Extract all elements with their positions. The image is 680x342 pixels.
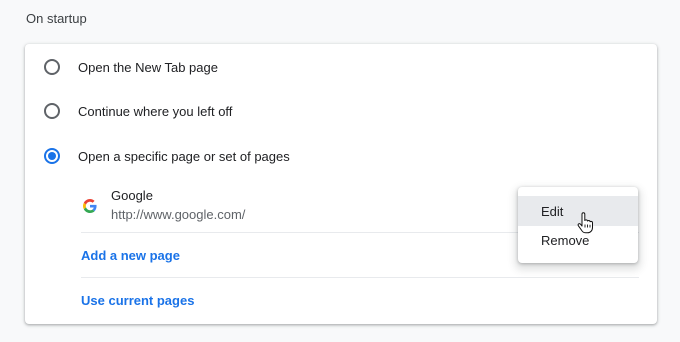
startup-settings-card: Open the New Tab page Continue where you…	[25, 44, 657, 324]
option-new-tab-label: Open the New Tab page	[78, 59, 218, 75]
add-new-page-link[interactable]: Add a new page	[81, 248, 180, 263]
option-new-tab[interactable]: Open the New Tab page	[25, 47, 657, 87]
radio-continue[interactable]	[44, 103, 60, 119]
page-entry-url: http://www.google.com/	[111, 207, 246, 222]
option-continue[interactable]: Continue where you left off	[25, 91, 657, 131]
option-specific-pages[interactable]: Open a specific page or set of pages	[25, 136, 657, 176]
radio-new-tab[interactable]	[44, 59, 60, 75]
startup-section-title: On startup	[26, 11, 87, 26]
radio-specific-pages[interactable]	[44, 148, 60, 164]
page-entry-title: Google	[111, 188, 153, 203]
divider	[81, 277, 639, 278]
hand-cursor-icon	[577, 212, 593, 234]
use-current-pages-link[interactable]: Use current pages	[81, 293, 194, 308]
option-continue-label: Continue where you left off	[78, 103, 233, 119]
option-specific-pages-label: Open a specific page or set of pages	[78, 148, 290, 164]
google-favicon-icon	[83, 199, 97, 213]
